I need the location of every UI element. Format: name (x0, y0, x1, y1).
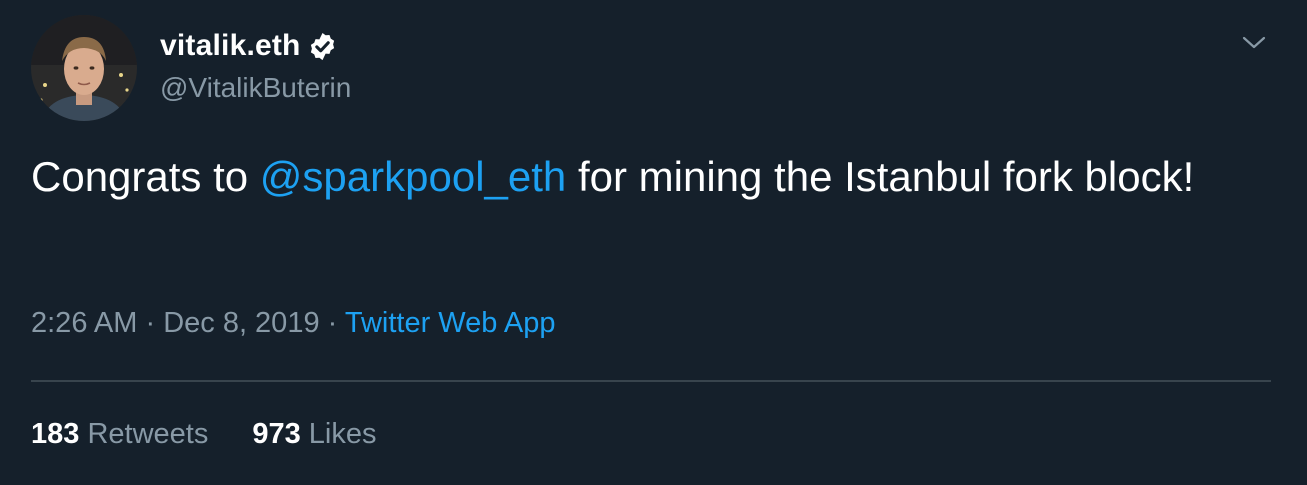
user-handle[interactable]: @VitalikButerin (160, 72, 351, 104)
retweets-stat[interactable]: 183 Retweets (31, 418, 208, 451)
tweet-text-before: Congrats to (31, 153, 260, 200)
source-link[interactable]: Twitter Web App (345, 307, 556, 339)
display-name-row[interactable]: vitalik.eth (160, 26, 338, 66)
display-name[interactable]: vitalik.eth (160, 29, 301, 63)
tweet-meta: 2:26 AM · Dec 8, 2019 · Twitter Web App (31, 307, 555, 340)
tweet-text: Congrats to @sparkpool_eth for mining th… (31, 148, 1261, 206)
divider (31, 380, 1271, 382)
tweet-date[interactable]: Dec 8, 2019 (163, 307, 319, 339)
tweet-stats: 183 Retweets 973 Likes (31, 418, 421, 451)
verified-badge-icon (310, 32, 334, 60)
avatar[interactable] (31, 15, 137, 121)
retweets-label: Retweets (87, 418, 209, 450)
likes-label: Likes (308, 418, 377, 450)
retweets-count: 183 (31, 418, 80, 450)
tweet-text-after: for mining the Istanbul fork block! (566, 153, 1195, 200)
mention-link[interactable]: @sparkpool_eth (260, 153, 567, 200)
likes-stat[interactable]: 973 Likes (252, 418, 376, 451)
chevron-down-icon[interactable] (1238, 30, 1270, 54)
avatar-image (31, 15, 137, 121)
tweet-time[interactable]: 2:26 AM (31, 307, 137, 339)
meta-separator: · (137, 307, 164, 339)
likes-count: 973 (252, 418, 301, 450)
meta-separator: · (319, 307, 345, 339)
